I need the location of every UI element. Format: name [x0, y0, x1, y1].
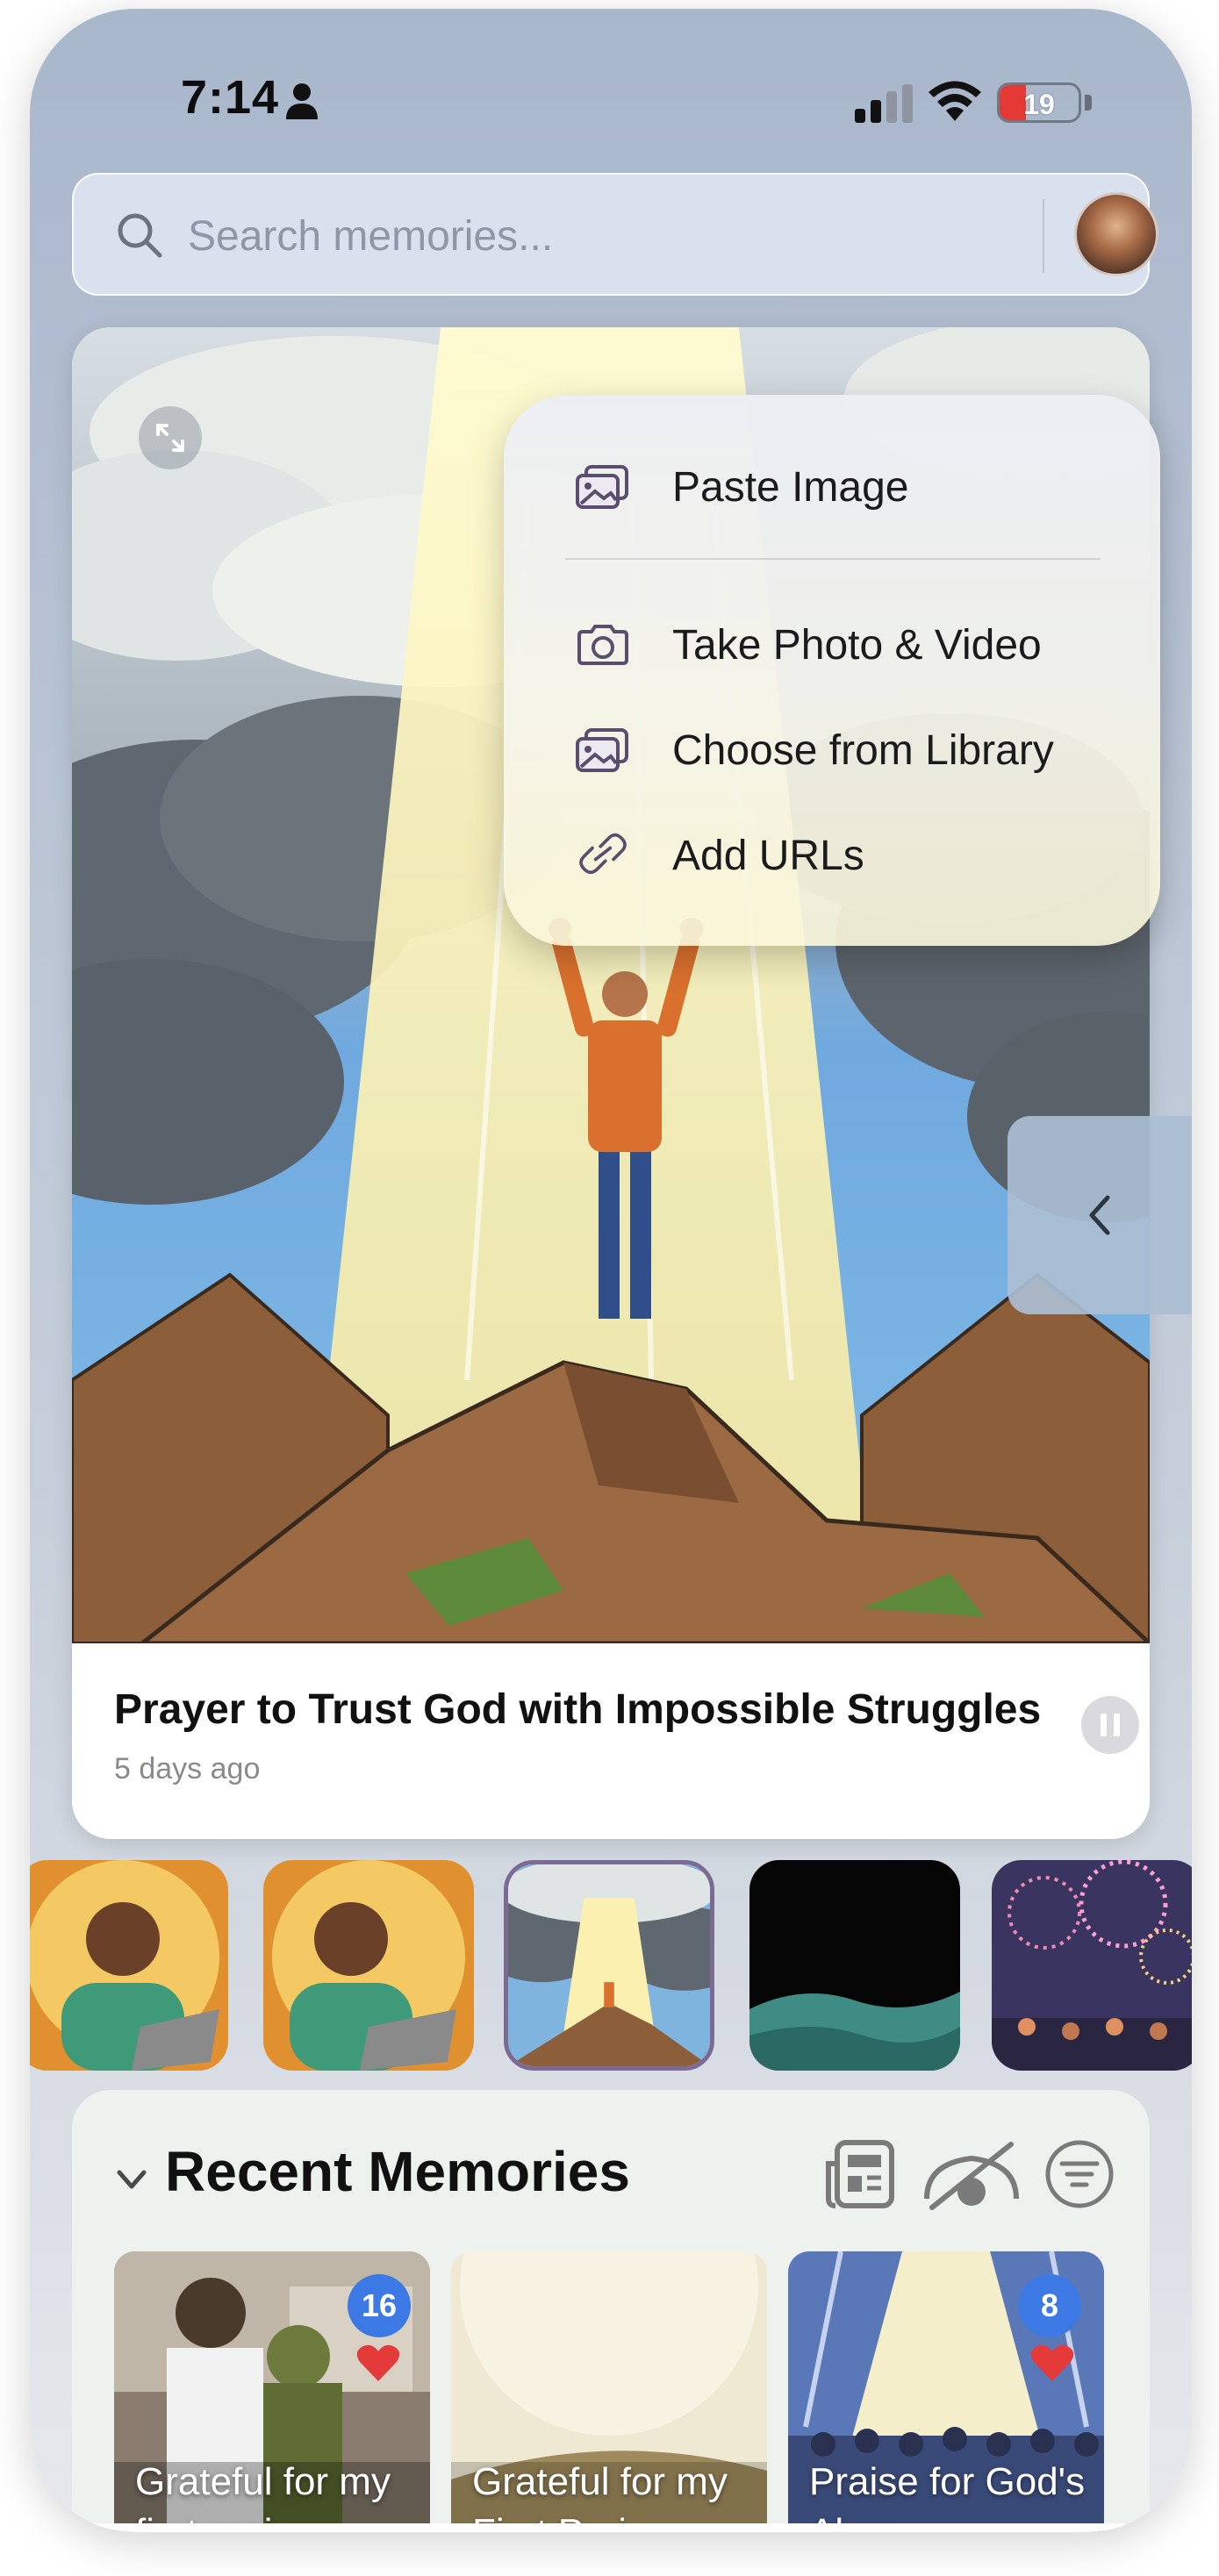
search-bar[interactable] [72, 173, 1158, 296]
chevron-left-icon [1089, 1195, 1110, 1235]
hide-eye-icon[interactable] [923, 2137, 1020, 2211]
phone-screen: 7:14 19 Search memories... Prayer to Tru… [30, 9, 1192, 2532]
battery-cap [1085, 95, 1092, 111]
newspaper-icon[interactable] [823, 2137, 897, 2211]
memory-card[interactable]: 8 Praise for God's Abun... [788, 2251, 1104, 2532]
expand-button[interactable] [139, 406, 202, 469]
search-icon [118, 213, 162, 258]
count-badge: 16 [348, 2274, 411, 2337]
thumbnail-image [992, 1860, 1192, 2071]
status-time: 7:14 [181, 71, 280, 124]
menu-item-label: Add URLs [672, 832, 864, 879]
pause-icon [1101, 1714, 1120, 1736]
thumbnail-image [30, 1860, 228, 2071]
chevron-down-icon[interactable] [112, 2160, 151, 2199]
recent-memories-panel: Recent Memories 16 Grateful for my Grate… [72, 2090, 1150, 2532]
menu-item-choose-library[interactable]: Choose from Library [504, 702, 1160, 798]
image-icon [576, 465, 628, 509]
menu-item-label: Paste Image [672, 463, 909, 511]
count-badge: 8 [1018, 2274, 1081, 2337]
thumbnail[interactable] [749, 1860, 960, 2071]
menu-item-label: Take Photo & Video [672, 621, 1042, 669]
menu-item-label: Choose from Library [672, 726, 1054, 774]
photo-library-icon [576, 728, 628, 772]
thumbnail-selected[interactable] [504, 1860, 714, 2071]
memory-card-label: Grateful for my First Prai... [472, 2460, 728, 2532]
filter-icon[interactable] [1043, 2137, 1116, 2211]
expand-icon [156, 424, 184, 452]
card-caption: Prayer to Trust God with Impossible Stru… [72, 1643, 1150, 1839]
cellular-signal-icon [855, 84, 913, 123]
thumbnail[interactable] [992, 1860, 1192, 2071]
menu-item-add-urls[interactable]: Add URLs [504, 807, 1160, 904]
memory-card[interactable]: 16 Grateful for my first prai... [114, 2251, 430, 2532]
thumbnail-image [749, 1860, 960, 2071]
bottom-edge [30, 2523, 1192, 2532]
profile-avatar[interactable] [1074, 192, 1158, 276]
camera-icon [577, 625, 628, 665]
attachment-menu: Paste Image Take Photo & Video Choose fr… [504, 395, 1160, 946]
thumbnail[interactable] [30, 1860, 228, 2071]
side-panel-handle[interactable] [1007, 1116, 1192, 1314]
memory-card-label: Grateful for my first prai... [135, 2460, 391, 2532]
featured-title: Prayer to Trust God with Impossible Stru… [114, 1686, 1042, 1733]
thumbnail[interactable] [263, 1860, 474, 2071]
link-icon [579, 833, 627, 875]
person-icon [286, 83, 318, 119]
search-divider [1043, 199, 1044, 273]
menu-item-paste-image[interactable]: Paste Image [504, 439, 1160, 535]
heart-icon[interactable] [356, 2343, 400, 2383]
pause-button[interactable] [1081, 1696, 1139, 1754]
heart-icon[interactable] [1030, 2343, 1074, 2383]
wifi-icon [929, 81, 981, 121]
section-title: Recent Memories [165, 2140, 630, 2203]
menu-divider [565, 558, 1101, 560]
menu-item-take-photo[interactable]: Take Photo & Video [504, 597, 1160, 693]
search-input[interactable] [188, 199, 925, 273]
memory-card[interactable]: Grateful for my First Prai... [451, 2251, 767, 2532]
featured-time: 5 days ago [114, 1752, 261, 1785]
battery-level: 19 [1023, 89, 1055, 120]
thumbnail-image [508, 1864, 710, 2066]
thumbnail-image [263, 1860, 474, 2071]
battery-indicator: 19 [997, 82, 1081, 123]
memory-card-label: Praise for God's Abun... [809, 2460, 1086, 2532]
